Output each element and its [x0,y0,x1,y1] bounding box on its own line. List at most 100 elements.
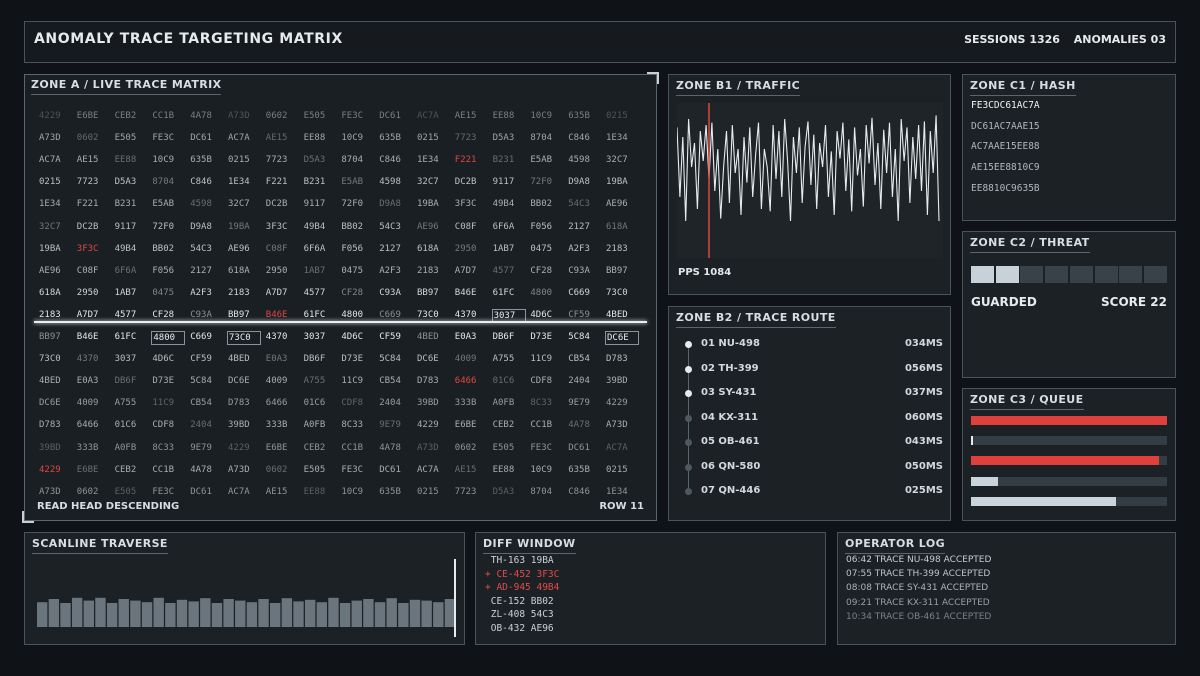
matrix-cell[interactable]: 4229 [605,397,639,411]
matrix-cell[interactable]: 7723 [76,176,110,190]
matrix-cell[interactable]: EE88 [114,154,148,168]
matrix-cell[interactable]: 6466 [454,375,488,389]
matrix-cell[interactable]: A0FB [492,397,526,411]
matrix-cell[interactable]: 0215 [38,176,72,190]
matrix-cell[interactable]: DC61 [189,132,223,146]
matrix-cell[interactable]: 2127 [189,265,223,279]
matrix-cell[interactable]: 333B [265,419,299,433]
matrix-cell[interactable]: 19BA [227,221,261,235]
matrix-cell[interactable]: 11C9 [340,375,374,389]
matrix-cell[interactable]: AE96 [605,198,639,212]
matrix-cell[interactable]: D5A3 [114,176,148,190]
matrix-cell[interactable]: 2404 [567,375,601,389]
matrix-cell[interactable]: D9A8 [378,198,412,212]
matrix-cell[interactable]: C669 [189,331,223,345]
matrix-cell[interactable]: 73C0 [605,287,639,301]
matrix-cell[interactable]: 01C6 [492,375,526,389]
matrix-cell[interactable]: 73C0 [227,331,261,345]
matrix-cell[interactable]: C93A [567,265,601,279]
matrix-cell[interactable]: 1AB7 [114,287,148,301]
matrix-cell[interactable]: 1AB7 [492,243,526,257]
read-head-scanline[interactable] [34,321,647,323]
matrix-cell[interactable]: CEB2 [492,419,526,433]
matrix-cell[interactable]: CDF8 [151,419,185,433]
matrix-cell[interactable]: 0215 [416,132,450,146]
matrix-cell[interactable]: 1E34 [416,154,450,168]
matrix-cell[interactable]: C08F [76,265,110,279]
matrix-cell[interactable]: 19BA [38,243,72,257]
matrix-cell[interactable]: 4A78 [189,464,223,478]
matrix-cell[interactable]: 4D6C [151,353,185,367]
matrix-cell[interactable]: A73D [227,110,261,124]
matrix-cell[interactable]: 4370 [76,353,110,367]
matrix-cell[interactable]: 72F0 [151,221,185,235]
matrix-cell[interactable]: D5A3 [492,132,526,146]
matrix-cell[interactable]: CF28 [340,287,374,301]
route-row[interactable]: 02 TH-399 056MS [669,361,952,379]
matrix-cell[interactable]: 9117 [114,221,148,235]
matrix-cell[interactable]: 9117 [303,198,337,212]
matrix-cell[interactable]: 0602 [76,486,110,500]
matrix-cell[interactable]: 0602 [454,442,488,456]
matrix-cell[interactable]: 6466 [76,419,110,433]
matrix-cell[interactable]: 73C0 [38,353,72,367]
matrix-cell[interactable]: A0FB [114,442,148,456]
matrix-cell[interactable]: F221 [265,176,299,190]
matrix-cell[interactable]: 72F0 [340,198,374,212]
matrix-cell[interactable]: 10C9 [151,154,185,168]
matrix-cell[interactable]: A755 [303,375,337,389]
matrix-cell[interactable]: DC61 [378,110,412,124]
matrix-cell[interactable]: 39BD [416,397,450,411]
matrix-cell[interactable]: A73D [38,486,72,500]
matrix-cell[interactable]: 39BD [38,442,72,456]
matrix-cell[interactable]: A73D [227,464,261,478]
matrix-cell[interactable]: A7D7 [454,265,488,279]
matrix-cell[interactable]: D783 [416,375,450,389]
matrix-cell[interactable]: 6F6A [492,221,526,235]
matrix-cell[interactable]: CEB2 [114,110,148,124]
matrix-cell[interactable]: C846 [189,176,223,190]
matrix-cell[interactable]: DC6E [227,375,261,389]
matrix-cell[interactable]: CC1B [151,464,185,478]
matrix-cell[interactable]: 0475 [340,265,374,279]
matrix-cell[interactable]: 0215 [605,110,639,124]
matrix-cell[interactable]: DC61 [189,486,223,500]
matrix-cell[interactable]: F056 [529,221,563,235]
matrix-cell[interactable]: B231 [303,176,337,190]
matrix-cell[interactable]: E6BE [454,419,488,433]
matrix-cell[interactable]: 635B [378,486,412,500]
matrix-cell[interactable]: E5AB [529,154,563,168]
matrix-cell[interactable]: 4009 [76,397,110,411]
matrix-cell[interactable]: BB02 [151,243,185,257]
matrix-cell[interactable]: 0602 [265,110,299,124]
matrix-cell[interactable]: AE15 [76,154,110,168]
matrix-cell[interactable]: 3F3C [76,243,110,257]
matrix-cell[interactable]: FE3C [151,486,185,500]
matrix-cell[interactable]: A2F3 [378,265,412,279]
matrix-cell[interactable]: E0A3 [76,375,110,389]
matrix-cell[interactable]: 4009 [454,353,488,367]
matrix-cell[interactable]: 4BED [227,353,261,367]
matrix-cell[interactable]: 0215 [605,464,639,478]
matrix-cell[interactable]: 2950 [265,265,299,279]
matrix-cell[interactable]: 4BED [38,375,72,389]
matrix-cell[interactable]: E6BE [76,464,110,478]
matrix-cell[interactable]: 9E79 [378,419,412,433]
matrix-cell[interactable]: D9A8 [567,176,601,190]
matrix-cell[interactable]: 11C9 [151,397,185,411]
matrix-cell[interactable]: 4009 [265,375,299,389]
matrix-cell[interactable]: EE88 [303,132,337,146]
matrix-cell[interactable]: A2F3 [189,287,223,301]
matrix-cell[interactable]: 6F6A [303,243,337,257]
matrix-cell[interactable]: 0475 [151,287,185,301]
route-row[interactable]: 04 KX-311 060MS [669,410,952,428]
matrix-cell[interactable]: F056 [340,243,374,257]
matrix-cell[interactable]: 2950 [76,287,110,301]
matrix-cell[interactable]: 49B4 [303,221,337,235]
matrix-cell[interactable]: 8704 [529,486,563,500]
matrix-cell[interactable]: 10C9 [529,464,563,478]
matrix-cell[interactable]: 618A [38,287,72,301]
matrix-cell[interactable]: C08F [265,243,299,257]
matrix-cell[interactable]: BB97 [605,265,639,279]
matrix-cell[interactable]: AC7A [227,486,261,500]
